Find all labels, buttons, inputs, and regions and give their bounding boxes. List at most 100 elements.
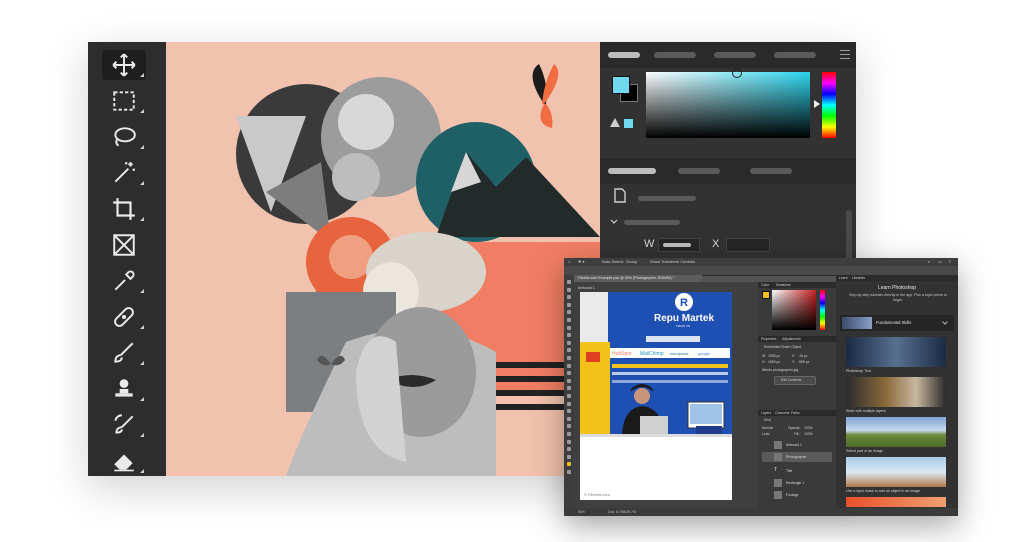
tab-swatches-mini[interactable]: Swatches	[776, 283, 791, 287]
fundamental-skills-dropdown[interactable]: Fundamental Skills	[840, 315, 954, 331]
mini-tool-icon[interactable]	[567, 371, 571, 376]
mini-tool-icon[interactable]	[567, 409, 571, 414]
mini-tool-icon[interactable]	[567, 363, 571, 368]
fg-swatch-mini[interactable]	[762, 291, 770, 299]
search-icon[interactable]: ⌕	[928, 259, 930, 264]
h-value[interactable]: 1659 px	[768, 360, 780, 364]
mini-tool-icon[interactable]	[567, 432, 571, 436]
tab-libraries-mini[interactable]: Libraries	[852, 276, 865, 280]
tab-properties[interactable]	[608, 168, 656, 174]
brush-tool[interactable]	[102, 338, 146, 368]
tab-learn[interactable]: Learn	[839, 276, 848, 280]
photo-artboard[interactable]: R Repu Martek TRAIN VN HubSpot MailChimp…	[580, 292, 732, 500]
mini-tool-icon[interactable]	[567, 378, 571, 383]
y-value[interactable]: -565 px	[798, 360, 809, 364]
section-title: Fundamental Skills	[876, 320, 912, 325]
workspace-icon[interactable]: ▭	[938, 259, 942, 264]
mini-tool-icon[interactable]	[567, 318, 571, 322]
hue-slider-handle[interactable]	[814, 100, 820, 108]
mini-tool-icon[interactable]	[567, 447, 571, 452]
healing-tool[interactable]	[102, 302, 146, 332]
mini-tool-icon[interactable]	[567, 470, 571, 474]
mini-tool-icon[interactable]	[567, 302, 571, 307]
marquee-tool[interactable]	[102, 86, 146, 116]
mini-tool-icon[interactable]	[567, 325, 571, 330]
mini-tool-icon[interactable]	[567, 287, 571, 292]
tutorial-card[interactable]	[846, 337, 946, 367]
layer-row[interactable]: Rectangle 1	[762, 478, 832, 488]
mini-tool-icon[interactable]	[567, 310, 571, 315]
mini-tool-icon[interactable]	[567, 462, 571, 467]
mini-tool-icon[interactable]	[567, 280, 571, 284]
eyedropper-tool[interactable]	[102, 266, 146, 296]
tab-paths[interactable]: Paths	[791, 411, 800, 415]
blend-mode-select[interactable]: Normal	[762, 426, 773, 430]
layer-filter-kind[interactable]: Kind	[764, 418, 771, 422]
tab-gradients[interactable]	[714, 52, 756, 58]
w-value[interactable]: 1598 px	[768, 354, 780, 358]
photo-watermark: © FileInfo.com	[584, 492, 611, 497]
tab-patterns[interactable]	[774, 52, 816, 58]
group-option[interactable]: Group	[626, 259, 637, 264]
tutorial-card[interactable]	[846, 377, 946, 407]
mini-tool-icon[interactable]	[567, 386, 571, 391]
layers-tabs: Layers Channels Paths	[758, 410, 836, 416]
websafe-swatch[interactable]	[624, 119, 633, 128]
stamp-tool[interactable]	[102, 374, 146, 404]
hue-slider[interactable]	[822, 72, 836, 138]
tab-color[interactable]	[608, 52, 640, 58]
color-field-mini[interactable]	[772, 290, 816, 330]
mini-tool-icon[interactable]	[567, 340, 571, 345]
x-field[interactable]	[726, 238, 770, 252]
opacity-value[interactable]: 100%	[804, 426, 813, 430]
tab-libraries[interactable]	[750, 168, 792, 174]
transform-controls-option[interactable]: Show Transform Controls	[650, 259, 695, 264]
mini-tool-icon[interactable]	[567, 416, 571, 421]
document-tab[interactable]: Fileinfo.com Example.psd @ 50% (Photogra…	[574, 275, 702, 282]
hue-slider-mini[interactable]	[820, 290, 825, 330]
edit-contents-button[interactable]: Edit Contents	[774, 376, 816, 385]
mini-tool-icon[interactable]	[567, 356, 571, 360]
layer-row[interactable]: Footage	[762, 490, 832, 500]
mini-tool-icon[interactable]	[567, 348, 571, 353]
mini-tool-icon[interactable]	[567, 401, 571, 406]
chevron-down-icon[interactable]	[610, 219, 618, 225]
foreground-color-swatch[interactable]	[612, 76, 630, 94]
panel-menu-icon[interactable]	[840, 50, 850, 62]
tab-adjustments[interactable]	[678, 168, 720, 174]
mini-tool-icon[interactable]	[567, 295, 571, 300]
mini-tool-icon[interactable]	[567, 394, 571, 398]
mini-tool-icon[interactable]	[567, 454, 571, 459]
eraser-tool[interactable]	[102, 446, 146, 476]
share-icon[interactable]: ⇪	[948, 259, 951, 264]
tutorial-card[interactable]	[846, 417, 946, 447]
layer-row[interactable]: T Title	[762, 466, 832, 476]
layer-row-selected[interactable]: Photographer	[762, 452, 832, 462]
fill-value[interactable]: 100%	[804, 432, 813, 436]
tutorial-card[interactable]	[846, 497, 946, 507]
mini-tool-icon[interactable]	[567, 424, 571, 429]
home-icon[interactable]: ⌂	[568, 259, 570, 264]
tab-swatches[interactable]	[654, 52, 696, 58]
magic-wand-tool[interactable]	[102, 158, 146, 188]
color-picker-field[interactable]	[646, 72, 810, 138]
mini-tool-icon[interactable]	[567, 439, 571, 444]
move-tool[interactable]	[102, 50, 146, 80]
move-tool-option[interactable]: ✥ ▾	[578, 259, 584, 264]
tab-layers[interactable]: Layers	[761, 411, 771, 415]
history-brush-tool[interactable]	[102, 410, 146, 440]
tab-color-mini[interactable]: Color	[761, 283, 769, 287]
frame-tool[interactable]	[102, 230, 146, 260]
auto-select-option[interactable]: Auto-Select:	[602, 259, 624, 264]
width-field[interactable]	[658, 238, 700, 252]
tutorial-card[interactable]	[846, 457, 946, 487]
x-value[interactable]: -18 px	[798, 354, 807, 358]
mini-tool-icon[interactable]	[567, 333, 571, 338]
layer-row[interactable]: Artboard 1	[762, 440, 832, 450]
lasso-tool[interactable]	[102, 122, 146, 152]
crop-tool[interactable]	[102, 194, 146, 224]
tab-channels[interactable]: Channels	[775, 411, 789, 415]
document-canvas[interactable]	[166, 42, 600, 476]
tab-adjustments-mini[interactable]: Adjustments	[782, 337, 801, 341]
tab-properties-mini[interactable]: Properties	[761, 337, 776, 341]
